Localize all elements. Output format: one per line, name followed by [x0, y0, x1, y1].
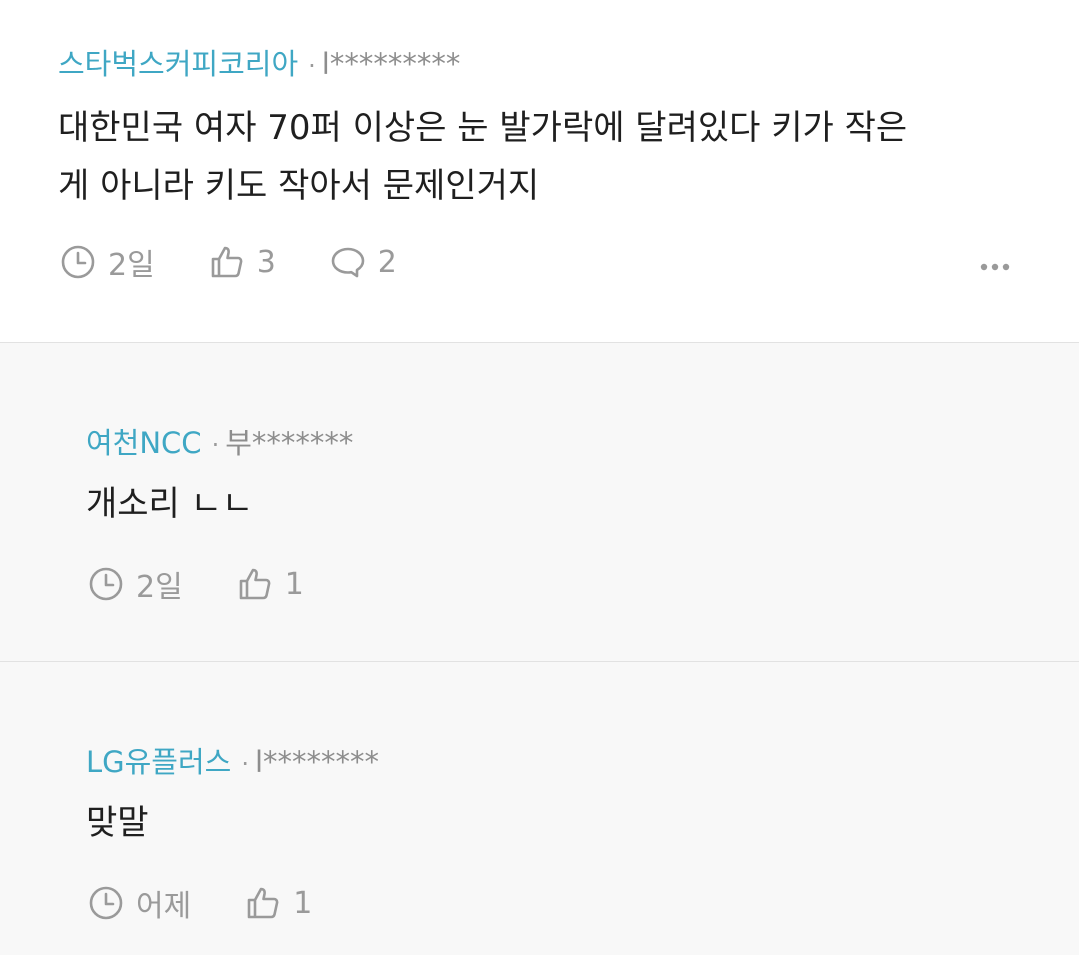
comment-user-id: l********* — [321, 47, 461, 81]
comment-actions: 2일 3 2 — [60, 240, 397, 284]
like-count: 1 — [293, 885, 313, 921]
reply-item: 여천NCC · 부******* 개소리 ㄴㄴ 2일 1 — [0, 343, 1079, 661]
comment-text: 대한민국 여자 70퍼 이상은 눈 발가락에 달려있다 키가 작은 게 아니라 … — [58, 99, 907, 215]
comment-text: 맞말 — [86, 803, 149, 843]
meta-separator: · — [308, 52, 316, 80]
time-label: 2일 — [136, 570, 183, 605]
time-group: 2일 — [88, 562, 183, 606]
comment-text-line: 게 아니라 키도 작아서 문제인거지 — [58, 166, 540, 206]
comment-author[interactable]: 여천NCC — [86, 426, 202, 460]
comment-meta: LG유플러스 · l******** — [86, 744, 379, 782]
comment-text: 개소리 ㄴㄴ — [86, 484, 254, 524]
more-icon — [980, 263, 1010, 271]
thumbs-up-icon — [247, 887, 279, 919]
comment-item: 스타벅스커피코리아 · l********* 대한민국 여자 70퍼 이상은 눈 발… — [0, 0, 1079, 342]
reply-button[interactable]: 2 — [330, 244, 397, 280]
clock-icon — [61, 245, 95, 279]
reply-count: 2 — [377, 244, 397, 280]
comment-meta: 스타벅스커피코리아 · l********* — [58, 46, 460, 84]
like-count: 1 — [284, 566, 304, 602]
comment-text-line: 대한민국 여자 70퍼 이상은 눈 발가락에 달려있다 키가 작은 — [58, 108, 908, 148]
more-options-button[interactable] — [976, 257, 1016, 277]
clock-icon — [89, 567, 123, 601]
reply-item: LG유플러스 · l******** 맞말 어제 1 — [0, 662, 1079, 955]
comment-actions: 어제 1 — [88, 881, 312, 925]
thumbs-up-icon — [211, 246, 243, 278]
like-count: 3 — [256, 244, 276, 280]
meta-separator: · — [241, 750, 249, 778]
comment-actions: 2일 1 — [88, 562, 304, 606]
time-group: 2일 — [60, 240, 155, 284]
like-button[interactable]: 3 — [209, 244, 276, 280]
comment-author[interactable]: LG유플러스 — [86, 745, 231, 779]
comment-user-id: 부******* — [225, 426, 354, 460]
speech-bubble-icon — [331, 247, 365, 278]
comment-meta: 여천NCC · 부******* — [86, 425, 353, 463]
thumbs-up-icon — [239, 568, 271, 600]
clock-icon — [89, 886, 123, 920]
comment-user-id: l******** — [255, 745, 380, 779]
time-label: 어제 — [136, 889, 192, 924]
time-group: 어제 — [88, 881, 191, 925]
like-button[interactable]: 1 — [237, 566, 304, 602]
comment-author[interactable]: 스타벅스커피코리아 — [58, 47, 298, 81]
like-button[interactable]: 1 — [245, 885, 312, 921]
time-label: 2일 — [108, 248, 155, 283]
meta-separator: · — [211, 431, 220, 459]
